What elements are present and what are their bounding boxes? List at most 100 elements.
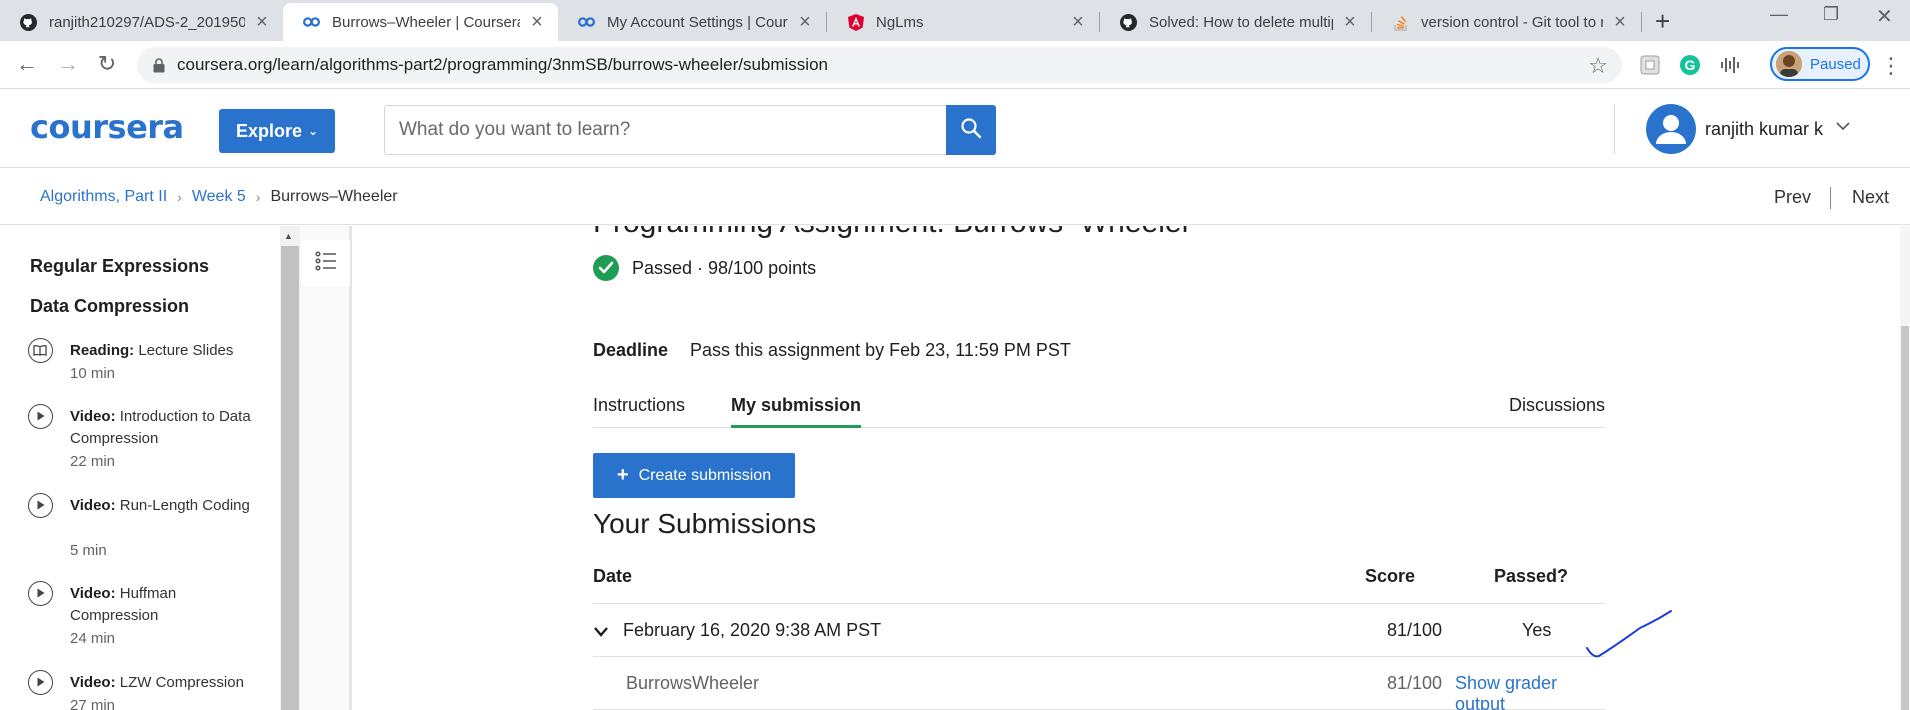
audio-wave-icon[interactable] <box>1718 53 1742 77</box>
sidebar-heading-compression[interactable]: Data Compression <box>30 296 189 317</box>
outline-toggle-rail <box>300 226 352 710</box>
check-circle-icon <box>593 255 619 281</box>
part-name: BurrowsWheeler <box>626 673 760 693</box>
prev-button[interactable]: Prev <box>1774 187 1811 208</box>
close-icon[interactable]: × <box>796 11 814 34</box>
table-row[interactable]: February 16, 2020 9:38 AM PST 81/100 Yes <box>593 605 1605 657</box>
item-duration: 10 min <box>70 365 116 382</box>
tab-title: Solved: How to delete multiple <box>1149 13 1333 31</box>
column-date: Date <box>593 566 633 586</box>
search-button[interactable] <box>946 105 996 155</box>
sidebar-heading-regex[interactable]: Regular Expressions <box>30 256 209 277</box>
sidebar-item-lzw[interactable]: Video: LZW Compression 27 min <box>28 670 258 710</box>
tab-discussions[interactable]: Discussions <box>1509 395 1605 428</box>
forward-icon[interactable]: → <box>53 51 83 77</box>
sidebar-item-lecture-slides[interactable]: Reading: Lecture Slides 10 min <box>28 338 258 398</box>
browser-toolbar: ← → ↻ coursera.org/learn/algorithms-part… <box>0 41 1910 89</box>
page-scrollbar-thumb[interactable] <box>1901 326 1909 710</box>
outline-toggle-button[interactable] <box>302 240 350 286</box>
header-divider <box>1614 104 1615 154</box>
close-icon[interactable]: × <box>1341 11 1359 34</box>
deadline-text: Pass this assignment by Feb 23, 11:59 PM… <box>690 340 1071 360</box>
create-submission-button[interactable]: + Create submission <box>593 453 795 498</box>
coursera-logo[interactable]: coursera <box>30 108 184 146</box>
explore-button[interactable]: Explore ⌄ <box>219 109 335 153</box>
list-icon <box>314 250 338 277</box>
grammarly-icon[interactable]: G <box>1678 53 1702 77</box>
sidebar-item-run-length[interactable]: Video: Run-Length Coding 5 min <box>28 493 258 573</box>
submission-date: February 16, 2020 9:38 AM PST <box>623 620 882 640</box>
address-bar[interactable]: coursera.org/learn/algorithms-part2/prog… <box>137 47 1622 83</box>
grade-status: Passed · 98/100 points <box>593 255 816 281</box>
stackoverflow-icon <box>1392 14 1409 31</box>
show-grader-output-link[interactable]: Show grader output <box>1455 673 1605 710</box>
item-duration: 5 min <box>70 542 107 559</box>
chevron-down-icon[interactable] <box>1836 118 1850 136</box>
breadcrumb-current: Burrows–Wheeler <box>270 188 398 205</box>
chevron-down-icon: ⌄ <box>307 124 319 138</box>
prev-next-divider <box>1830 187 1831 209</box>
back-icon[interactable]: ← <box>12 51 42 77</box>
tab-my-submission[interactable]: My submission <box>731 395 862 428</box>
site-header: coursera Explore ⌄ What do you want to l… <box>0 90 1910 168</box>
minimize-icon[interactable]: — <box>1770 4 1788 25</box>
item-duration: 22 min <box>70 453 116 470</box>
profile-paused-button[interactable]: Paused <box>1770 47 1870 81</box>
tab-title: ranjith210297/ADS-2_201950 <box>49 13 245 31</box>
submission-score: 81/100 <box>1387 620 1443 640</box>
item-duration: 24 min <box>70 630 116 647</box>
close-icon[interactable]: × <box>1611 11 1629 34</box>
browser-tab-github-repo[interactable]: ranjith210297/ADS-2_201950 × <box>0 3 283 41</box>
svg-text:G: G <box>1685 57 1696 73</box>
scroll-up-arrow-icon[interactable]: ▲ <box>284 231 293 241</box>
extension-icon[interactable] <box>1638 53 1662 77</box>
new-tab-button[interactable]: + <box>1655 6 1670 37</box>
breadcrumb: Algorithms, Part II › Week 5 › Burrows–W… <box>40 188 398 206</box>
play-icon <box>28 493 53 518</box>
tab-instructions[interactable]: Instructions <box>593 395 685 428</box>
close-window-icon[interactable]: ✕ <box>1876 4 1893 29</box>
browser-tab-version-control[interactable]: version control - Git tool to re × <box>1372 3 1641 41</box>
sidebar-item-huffman[interactable]: Video: Huffman Compression 24 min <box>28 581 258 661</box>
github-icon <box>20 13 37 31</box>
coursera-icon <box>578 14 595 31</box>
plus-icon: + <box>616 464 629 486</box>
browser-tab-nglms[interactable]: NgLms × <box>827 3 1099 41</box>
play-icon <box>28 581 53 606</box>
breadcrumb-course[interactable]: Algorithms, Part II <box>40 188 167 206</box>
submission-passed: Yes <box>1522 620 1552 640</box>
restore-icon[interactable]: ❐ <box>1823 4 1839 25</box>
close-icon[interactable]: × <box>1069 11 1087 34</box>
bookmark-star-icon[interactable]: ☆ <box>1588 53 1608 79</box>
user-avatar[interactable] <box>1646 104 1696 154</box>
column-passed: Passed? <box>1494 566 1569 586</box>
more-menu-icon[interactable]: ⋮ <box>1880 53 1902 79</box>
play-icon <box>28 404 53 429</box>
url-text: coursera.org/learn/algorithms-part2/prog… <box>177 55 828 74</box>
tab-title: NgLms <box>876 13 924 31</box>
lock-icon <box>153 58 165 73</box>
browser-tab-account-settings[interactable]: My Account Settings | Coursera × <box>558 3 826 41</box>
sidebar-scrollbar-thumb[interactable] <box>281 246 299 710</box>
next-button[interactable]: Next <box>1852 187 1889 208</box>
breadcrumb-bar: Algorithms, Part II › Week 5 › Burrows–W… <box>0 169 1910 225</box>
user-name[interactable]: ranjith kumar k <box>1705 119 1823 140</box>
browser-tab-solved[interactable]: Solved: How to delete multiple × <box>1100 3 1371 41</box>
breadcrumb-week[interactable]: Week 5 <box>192 188 246 206</box>
chevron-down-icon[interactable] <box>593 622 609 643</box>
close-icon[interactable]: × <box>253 11 271 34</box>
deadline-label: Deadline <box>593 340 669 360</box>
table-row: BurrowsWheeler 81/100 Show grader output <box>593 658 1605 710</box>
search-icon <box>960 117 982 144</box>
chevron-right-icon: › <box>177 189 182 205</box>
close-icon[interactable]: × <box>528 11 546 34</box>
reload-icon[interactable]: ↻ <box>92 51 122 77</box>
grade-status-text: Passed · 98/100 points <box>632 257 817 278</box>
coursera-icon <box>303 14 320 31</box>
browser-tab-burrows-wheeler[interactable]: Burrows–Wheeler | Coursera × <box>283 3 558 41</box>
submissions-heading: Your Submissions <box>593 508 817 539</box>
part-score: 81/100 <box>1387 673 1443 693</box>
search-input[interactable]: What do you want to learn? <box>384 105 946 155</box>
sidebar-item-intro-compression[interactable]: Video: Introduction to Data Compression … <box>28 404 258 484</box>
assignment-tabs: Instructions My submission Discussions <box>593 395 1605 428</box>
